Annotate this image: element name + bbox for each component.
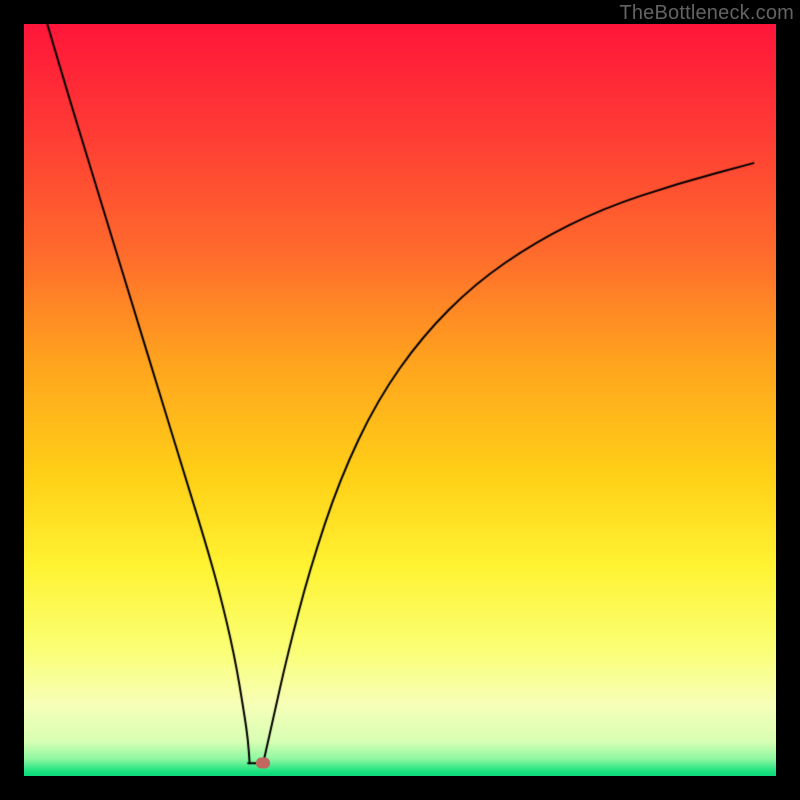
chart-frame: TheBottleneck.com	[0, 0, 800, 800]
bottleneck-marker	[256, 758, 270, 769]
curve-canvas	[24, 24, 776, 776]
watermark-text: TheBottleneck.com	[619, 2, 794, 25]
